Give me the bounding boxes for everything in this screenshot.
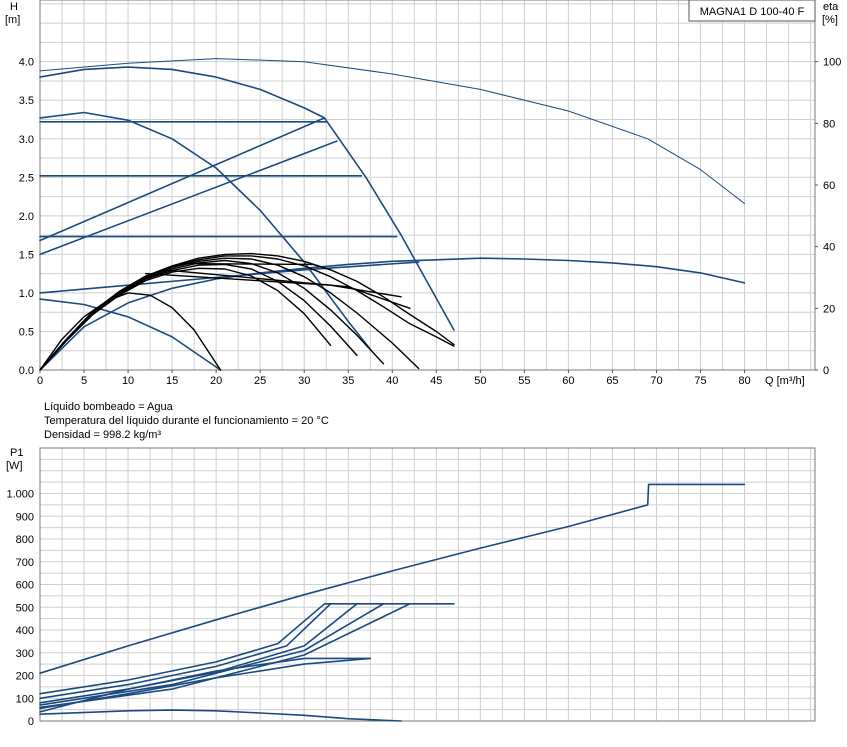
x-tick-label: 60 <box>562 375 574 387</box>
x-tick-label: 45 <box>430 375 442 387</box>
info-line-liquid: Líquido bombeado = Agua <box>44 401 174 413</box>
y-label-h: H <box>10 1 18 13</box>
y2-tick-label: 80 <box>823 118 835 130</box>
power-curve-power-7 <box>39 657 372 713</box>
model-label: MAGNA1 D 100-40 F <box>700 6 805 18</box>
y2-tick-label: 20 <box>823 303 835 315</box>
chart-frames <box>39 0 816 722</box>
power-curve-power-8 <box>39 709 402 722</box>
power-y-tick-label: 300 <box>16 648 34 660</box>
x-tick-label: 50 <box>474 375 486 387</box>
y-tick-label: 4.0 <box>19 57 34 69</box>
curve-head-1 <box>323 117 455 331</box>
curve-head-14 <box>39 257 420 371</box>
power-y-tick-label: 700 <box>16 557 34 569</box>
pump-curve-chart: 0 5 10 15 20 25 30 35 40 45 50 55 60 65 70 75 80 0.0 0.5 1.… <box>0 0 847 742</box>
x-tick-label: 0 <box>37 375 43 387</box>
power-y-tick-label: 500 <box>16 602 34 614</box>
power-y-tick-label: 800 <box>16 534 34 546</box>
y-tick-label: 0.5 <box>19 326 34 338</box>
y-tick-label: 1.0 <box>19 288 34 300</box>
y-label-p1-unit: [W] <box>6 460 23 472</box>
power-y-tick-label: 400 <box>16 625 34 637</box>
y-label-p1: P1 <box>10 447 23 459</box>
y-tick-label: 2.5 <box>19 172 34 184</box>
power-y-tick-label: 100 <box>16 693 34 705</box>
tick-labels: 0 5 10 15 20 25 30 35 40 45 50 55 60 65 70 75 80 0.0 0.5 1.… <box>6 57 841 728</box>
power-y-tick-label: 0 <box>28 716 34 728</box>
y2-label-eta: eta <box>823 1 839 13</box>
x-tick-label: 15 <box>166 375 178 387</box>
power-y-tick-label: 900 <box>16 511 34 523</box>
power-grid <box>39 447 815 722</box>
y-tick-label: 3.0 <box>19 134 34 146</box>
x-tick-label: 40 <box>386 375 398 387</box>
power-curve-power-6 <box>39 657 372 710</box>
x-tick-label: 5 <box>81 375 87 387</box>
y-label-h-unit: [m] <box>5 14 20 26</box>
x-tick-label: 55 <box>518 375 530 387</box>
info-line-density: Densidad = 998.2 kg/m³ <box>44 429 161 441</box>
x-tick-label: 20 <box>210 375 222 387</box>
y2-tick-label: 0 <box>823 365 829 377</box>
y2-label-eta-unit: [%] <box>822 14 838 26</box>
x-tick-label: 25 <box>254 375 266 387</box>
x-label-q: Q [m³/h] <box>765 375 805 387</box>
y-tick-label: 2.0 <box>19 211 34 223</box>
info-line-temperature: Temperatura del líquido durante el funci… <box>44 415 329 427</box>
x-tick-label: 65 <box>606 375 618 387</box>
x-tick-label: 10 <box>122 375 134 387</box>
x-tick-label: 70 <box>650 375 662 387</box>
y-tick-label: 1.5 <box>19 249 34 261</box>
head-grid <box>39 0 815 371</box>
power-y-tick-label: 200 <box>16 671 34 683</box>
y-tick-label: 3.5 <box>19 95 34 107</box>
power-y-tick-label: 1.000 <box>6 489 34 501</box>
y-tick-label: 0.0 <box>19 365 34 377</box>
y2-tick-label: 60 <box>823 180 835 192</box>
x-tick-label: 80 <box>738 375 750 387</box>
x-tick-label: 30 <box>298 375 310 387</box>
head-plot-frame <box>39 0 816 371</box>
x-tick-label: 35 <box>342 375 354 387</box>
curve-head-19 <box>162 269 411 309</box>
power-y-tick-label: 600 <box>16 580 34 592</box>
x-tick-label: 75 <box>694 375 706 387</box>
y2-tick-label: 100 <box>823 57 841 69</box>
chart-svg: 0 5 10 15 20 25 30 35 40 45 50 55 60 65 70 75 80 0.0 0.5 1.… <box>5 0 841 728</box>
y2-tick-label: 40 <box>823 242 835 254</box>
